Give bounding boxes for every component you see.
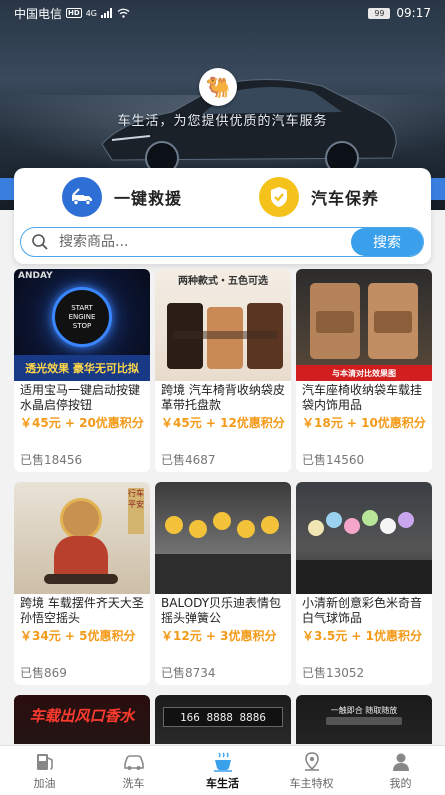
- product-price: ￥18元 + 10优惠积分: [302, 416, 426, 430]
- tab-mine[interactable]: 我的: [356, 746, 445, 795]
- tab-car-wash[interactable]: 洗车: [89, 746, 178, 795]
- product-price: ￥3.5元 + 1优惠积分: [302, 629, 423, 643]
- search-bar: 搜索: [20, 227, 424, 257]
- tab-refuel[interactable]: 加油: [0, 746, 89, 795]
- product-card[interactable]: 一触即合 随取随放: [296, 695, 432, 744]
- tab-label: 车主特权: [289, 776, 334, 790]
- product-title: 适用宝马一键启动按键水晶启停按钮: [20, 383, 141, 412]
- shield-check-icon: [259, 177, 299, 217]
- product-card[interactable]: 166 8888 8886: [155, 695, 291, 744]
- search-input[interactable]: [59, 234, 351, 250]
- search-icon: [21, 233, 59, 251]
- signal-icon: [100, 8, 112, 18]
- product-brand: ANDAY: [18, 271, 53, 281]
- product-image: [155, 482, 291, 594]
- product-image-caption: 两种款式・五色可选: [178, 276, 268, 287]
- product-title: BALODY贝乐迪表情包摇头弹簧公: [161, 596, 282, 625]
- product-sold: 已售18456: [20, 453, 83, 467]
- fuel-pump-icon: [36, 753, 53, 770]
- product-sold: 已售4687: [161, 453, 216, 467]
- product-sold: 已售13052: [302, 666, 365, 680]
- start-button-graphic: START ENGINE STOP: [52, 287, 112, 347]
- product-title: 跨境 汽车椅背收纳袋皮革带托盘款: [161, 383, 285, 412]
- product-image: 166 8888 8886: [155, 695, 291, 744]
- tow-truck-icon: [62, 177, 102, 217]
- product-image: 两种款式・五色可选: [155, 269, 291, 381]
- product-card[interactable]: 小清新创意彩色米奇音白气球饰品 ￥3.5元 + 1优惠积分 已售13052: [296, 482, 432, 685]
- product-sold: 已售8734: [161, 666, 216, 680]
- carrier-name: 中国电信: [14, 6, 63, 21]
- clock: 09:17: [396, 6, 431, 20]
- product-title: 小清新创意彩色米奇音白气球饰品: [302, 596, 423, 625]
- status-bar: 中国电信 HD 4G 99 09:17: [0, 0, 445, 26]
- bottom-tab-bar: 加油 洗车 车生活 车主特权 我的: [0, 745, 445, 795]
- product-price: ￥12元 + 3优惠积分: [161, 629, 277, 643]
- rescue-service-button[interactable]: 一键救援: [62, 177, 182, 217]
- tab-label: 洗车: [122, 776, 145, 790]
- product-image: ANDAY START ENGINE STOP 透光效果 豪华无可比拟: [14, 269, 150, 381]
- product-price: ￥45元 + 20优惠积分: [20, 416, 144, 430]
- product-sold: 已售14560: [302, 453, 365, 467]
- maintenance-label: 汽车保养: [311, 189, 380, 208]
- banner-slogan: 车生活，为您提供优质的汽车服务: [117, 114, 328, 129]
- product-image: [296, 482, 432, 594]
- tab-car-life[interactable]: 车生活: [178, 746, 267, 795]
- tab-owner-privileges[interactable]: 车主特权: [267, 746, 356, 795]
- product-image-caption: 透光效果 豪华无可比拟: [14, 355, 150, 381]
- product-card[interactable]: 车载出风口香水: [14, 695, 150, 744]
- product-image: 行车平安: [14, 482, 150, 594]
- phone-number-plate: 166 8888 8886: [163, 707, 283, 727]
- wifi-icon: [117, 8, 130, 18]
- search-button[interactable]: 搜索: [351, 228, 423, 256]
- tab-label: 我的: [389, 776, 412, 790]
- product-image: 一触即合 随取随放: [296, 695, 432, 744]
- battery-icon: 99: [368, 7, 391, 19]
- product-image: 车载出风口香水: [14, 695, 150, 744]
- network-type: 4G: [85, 8, 97, 18]
- product-sold: 已售869: [20, 666, 67, 680]
- product-price: ￥34元 + 5优惠积分: [20, 629, 136, 643]
- product-title: 跨境 车载摆件齐天大圣孙悟空摇头: [20, 596, 144, 625]
- app-logo: 🐫: [199, 68, 237, 106]
- tab-label: 车生活: [206, 776, 239, 790]
- product-card[interactable]: BALODY贝乐迪表情包摇头弹簧公 ￥12元 + 3优惠积分 已售8734: [155, 482, 291, 685]
- tab-label: 加油: [33, 776, 56, 790]
- person-icon: [392, 753, 409, 771]
- product-image-caption: 与本清对比效果图: [296, 365, 432, 381]
- product-grid: ANDAY START ENGINE STOP 透光效果 豪华无可比拟 适用宝马…: [14, 269, 432, 744]
- product-card[interactable]: 两种款式・五色可选 跨境 汽车椅背收纳袋皮革带托盘款 ￥45元 + 12优惠积分…: [155, 269, 291, 472]
- coffee-cup-icon: [213, 752, 232, 772]
- product-card[interactable]: 与本清对比效果图 汽车座椅收纳袋车载挂袋内饰用品 ￥18元 + 10优惠积分 已…: [296, 269, 432, 472]
- location-badge-icon: [304, 751, 319, 771]
- service-card: 一键救援 汽车保养 搜索: [14, 168, 431, 264]
- product-card[interactable]: 行车平安 跨境 车载摆件齐天大圣孙悟空摇头 ￥34元 + 5优惠积分 已售869: [14, 482, 150, 685]
- product-card[interactable]: ANDAY START ENGINE STOP 透光效果 豪华无可比拟 适用宝马…: [14, 269, 150, 472]
- maintenance-service-button[interactable]: 汽车保养: [259, 177, 379, 217]
- product-image: 与本清对比效果图: [296, 269, 432, 381]
- product-price: ￥45元 + 12优惠积分: [161, 416, 285, 430]
- hd-badge: HD: [66, 8, 82, 18]
- rescue-label: 一键救援: [114, 189, 183, 208]
- product-image-caption: 一触即合 随取随放: [330, 706, 398, 715]
- product-image-caption: 车载出风口香水: [29, 707, 135, 725]
- product-title: 汽车座椅收纳袋车载挂袋内饰用品: [302, 383, 423, 412]
- car-icon: [123, 754, 144, 770]
